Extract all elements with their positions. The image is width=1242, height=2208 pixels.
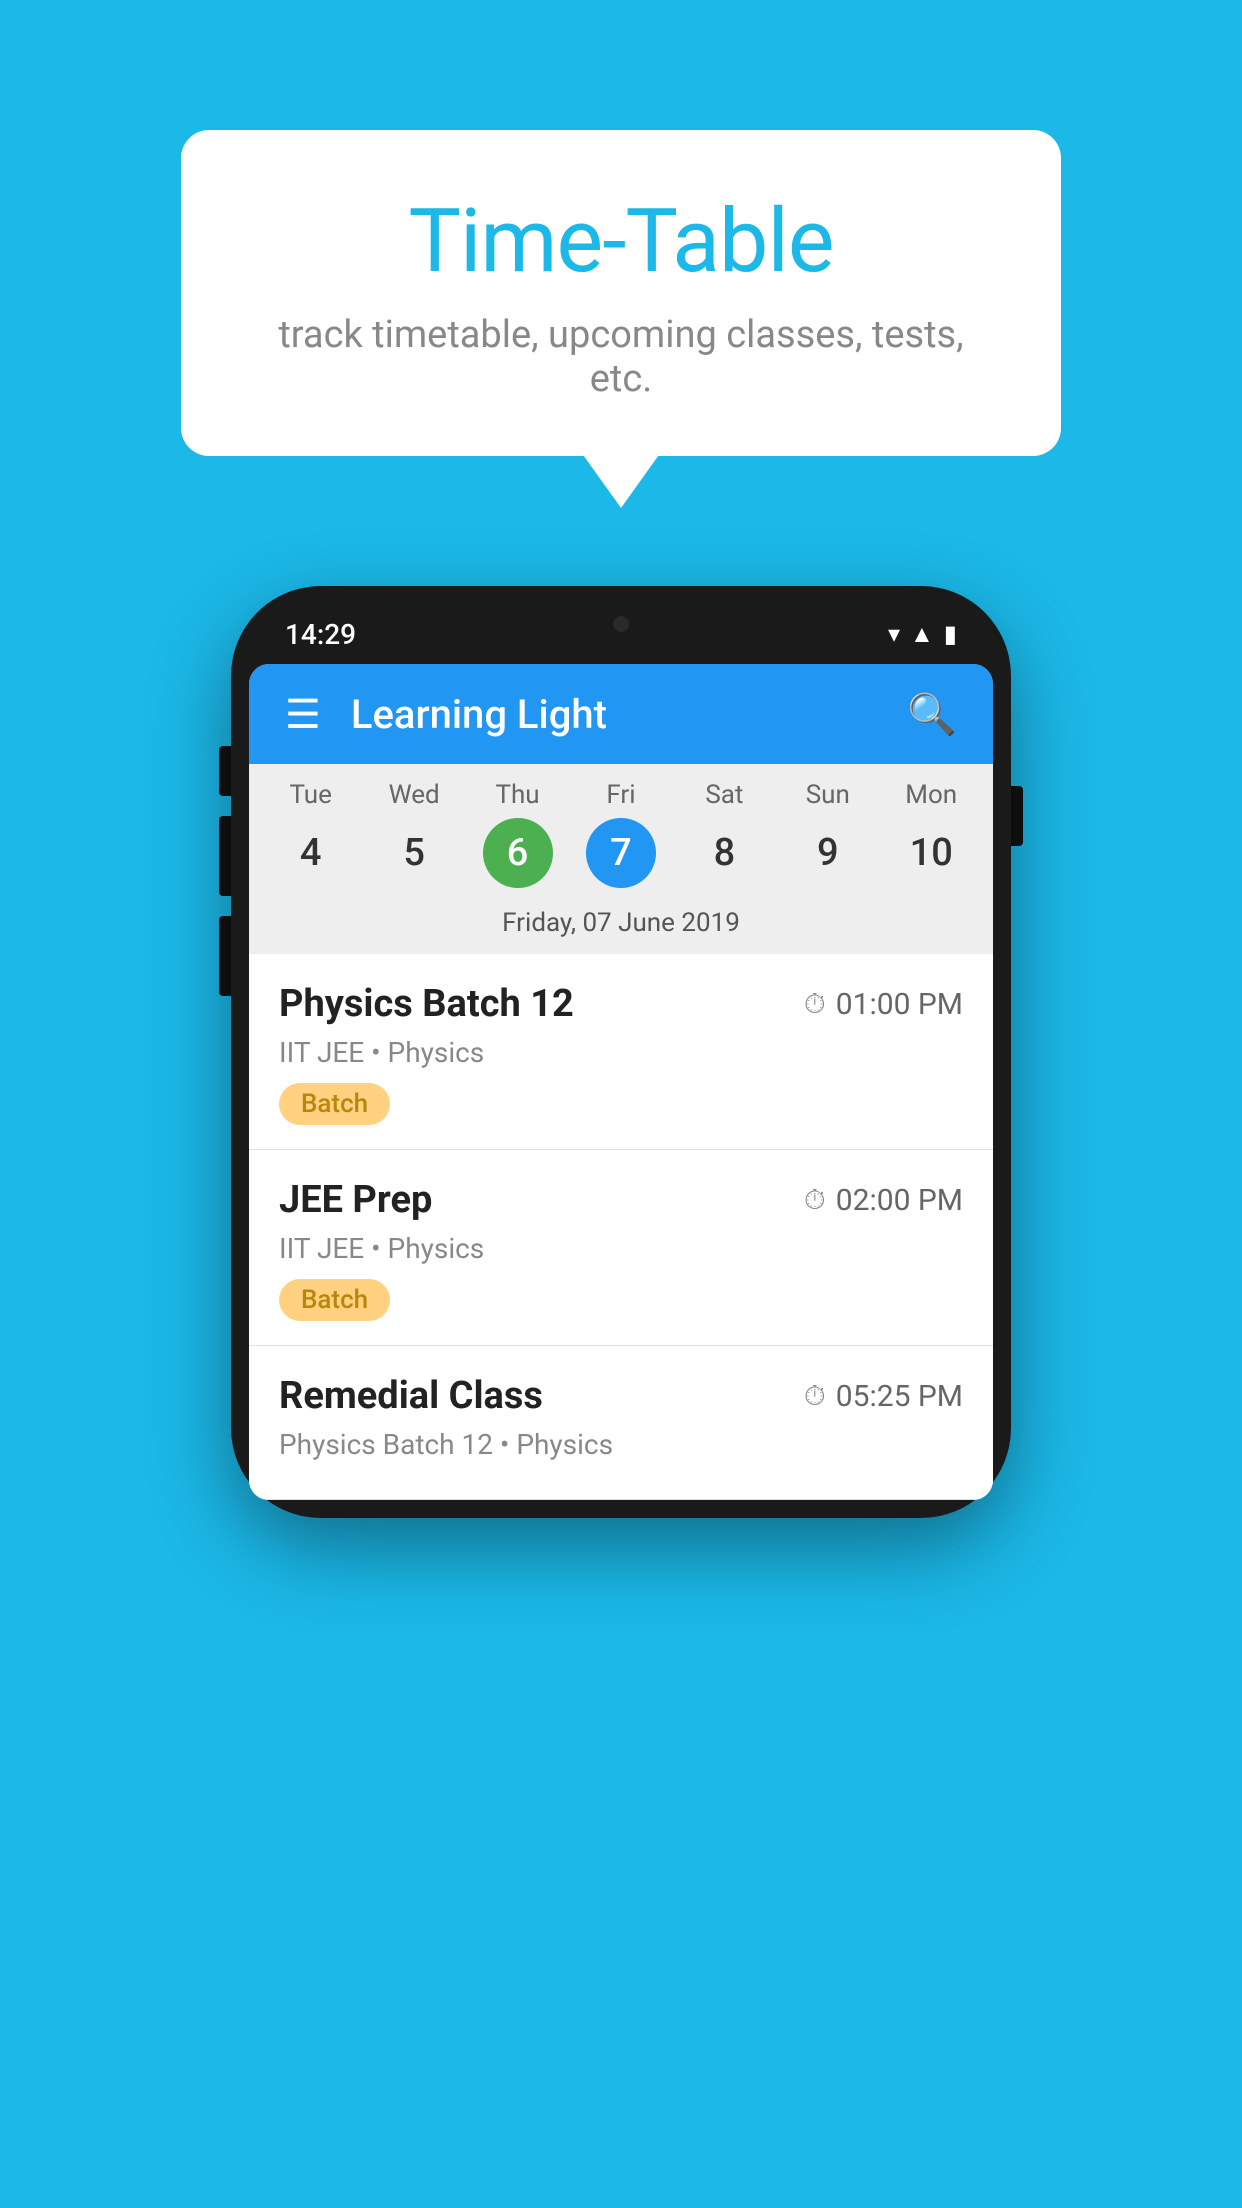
schedule-subtitle: IIT JEE • Physics: [279, 1036, 963, 1069]
time-text: 05:25 PM: [836, 1379, 963, 1414]
schedule-item[interactable]: JEE Prep ⏱ 02:00 PM IIT JEE • Physics Batch: [249, 1150, 993, 1346]
day-name: Sat: [705, 780, 743, 810]
day-number[interactable]: 10: [896, 818, 966, 888]
bubble-subtitle: track timetable, upcoming classes, tests…: [261, 313, 981, 401]
schedule-item[interactable]: Remedial Class ⏱ 05:25 PM Physics Batch 12 …: [249, 1346, 993, 1500]
day-number[interactable]: 5: [379, 818, 449, 888]
day-col-thu[interactable]: Thu 6: [473, 780, 563, 888]
menu-icon[interactable]: ☰: [285, 691, 321, 738]
silent-button: [219, 916, 231, 996]
speech-bubble: Time-Table track timetable, upcoming cla…: [181, 130, 1061, 456]
phone-frame: 14:29 ▾ ▲ ▮ ☰ Learning Light 🔍 Tue: [231, 586, 1011, 1518]
day-name: Mon: [905, 780, 957, 810]
phone-notch: [561, 604, 681, 644]
schedule-item-header: JEE Prep ⏱ 02:00 PM: [279, 1178, 963, 1222]
schedule-item-header: Physics Batch 12 ⏱ 01:00 PM: [279, 982, 963, 1026]
status-icons: ▾ ▲ ▮: [888, 620, 957, 649]
phone-screen: ☰ Learning Light 🔍 Tue4Wed5Thu6Fri7Sat8S…: [249, 664, 993, 1500]
volume-down-button: [219, 816, 231, 896]
day-name: Wed: [389, 780, 440, 810]
day-name: Sun: [806, 780, 850, 810]
day-number[interactable]: 4: [276, 818, 346, 888]
schedule-title: Remedial Class: [279, 1374, 543, 1418]
day-col-sat[interactable]: Sat 8: [679, 780, 769, 888]
app-bar: ☰ Learning Light 🔍: [249, 664, 993, 764]
time-text: 01:00 PM: [836, 987, 963, 1022]
selected-date-label: Friday, 07 June 2019: [249, 896, 993, 954]
schedule-subtitle: Physics Batch 12 • Physics: [279, 1428, 963, 1461]
clock-icon: ⏱: [804, 1379, 826, 1413]
status-bar: 14:29 ▾ ▲ ▮: [249, 604, 993, 664]
wifi-icon: ▾: [888, 620, 900, 648]
day-col-mon[interactable]: Mon 10: [886, 780, 976, 888]
calendar-strip: Tue 4 Wed 5 Thu 6 Fri 7 Sat 8 Sun 9 Mon 10 Friday, 07…: [249, 764, 993, 954]
schedule-item-header: Remedial Class ⏱ 05:25 PM: [279, 1374, 963, 1418]
schedule-time: ⏱ 05:25 PM: [804, 1379, 963, 1414]
time-text: 02:00 PM: [836, 1183, 963, 1218]
schedule-list: Physics Batch 12 ⏱ 01:00 PM IIT JEE • Physi…: [249, 954, 993, 1500]
bubble-title: Time-Table: [261, 190, 981, 293]
day-name: Fri: [606, 780, 635, 810]
day-col-sun[interactable]: Sun 9: [783, 780, 873, 888]
days-row: Tue 4 Wed 5 Thu 6 Fri 7 Sat 8 Sun 9 Mon 10: [249, 780, 993, 888]
day-number[interactable]: 6: [483, 818, 553, 888]
clock-icon: ⏱: [804, 1183, 826, 1217]
day-name: Tue: [289, 780, 331, 810]
day-col-wed[interactable]: Wed 5: [369, 780, 459, 888]
day-col-fri[interactable]: Fri 7: [576, 780, 666, 888]
schedule-title: JEE Prep: [279, 1178, 432, 1222]
schedule-item[interactable]: Physics Batch 12 ⏱ 01:00 PM IIT JEE • Physi…: [249, 954, 993, 1150]
batch-badge: Batch: [279, 1083, 390, 1125]
battery-icon: ▮: [944, 620, 957, 648]
day-number[interactable]: 9: [793, 818, 863, 888]
day-number[interactable]: 7: [586, 818, 656, 888]
day-col-tue[interactable]: Tue 4: [266, 780, 356, 888]
phone-mockup: 14:29 ▾ ▲ ▮ ☰ Learning Light 🔍 Tue: [231, 586, 1011, 1518]
app-title: Learning Light: [351, 691, 907, 738]
search-icon[interactable]: 🔍: [907, 691, 957, 738]
signal-icon: ▲: [910, 620, 934, 649]
clock-icon: ⏱: [804, 987, 826, 1021]
day-number[interactable]: 8: [689, 818, 759, 888]
status-time: 14:29: [285, 618, 356, 651]
camera: [613, 616, 629, 632]
schedule-time: ⏱ 02:00 PM: [804, 1183, 963, 1218]
power-button: [1011, 786, 1023, 846]
schedule-time: ⏱ 01:00 PM: [804, 987, 963, 1022]
schedule-subtitle: IIT JEE • Physics: [279, 1232, 963, 1265]
batch-badge: Batch: [279, 1279, 390, 1321]
schedule-title: Physics Batch 12: [279, 982, 574, 1026]
volume-up-button: [219, 746, 231, 796]
day-name: Thu: [495, 780, 539, 810]
